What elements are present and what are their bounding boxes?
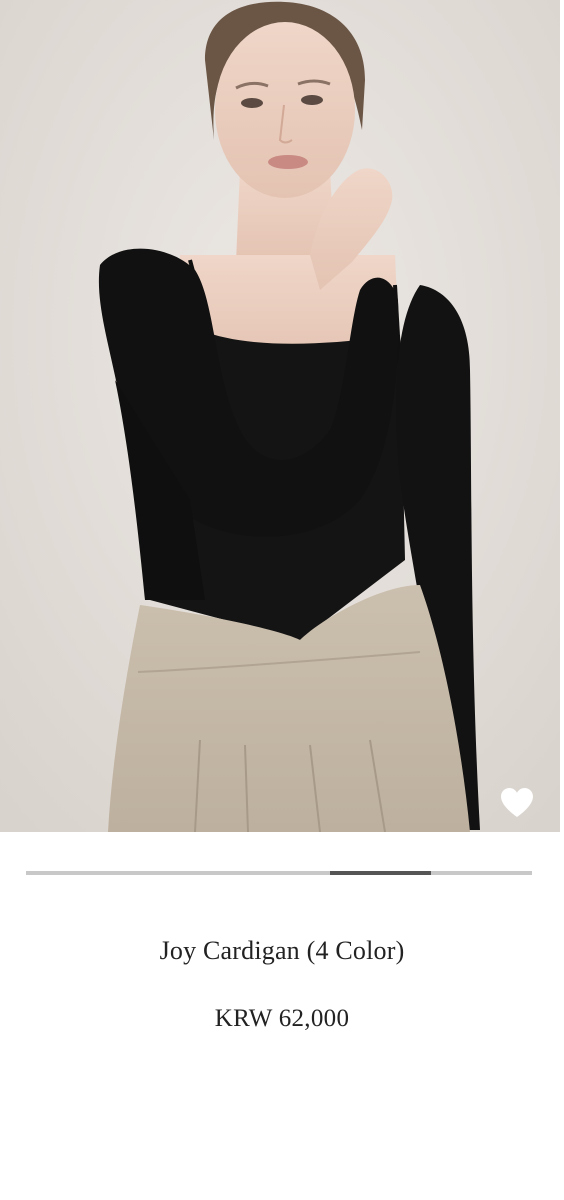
product-photo-illustration xyxy=(0,0,560,832)
product-name[interactable]: Joy Cardigan (4 Color) xyxy=(0,936,564,966)
wishlist-button[interactable] xyxy=(498,784,536,820)
product-photo[interactable] xyxy=(0,0,560,832)
product-price: KRW 62,000 xyxy=(214,1005,350,1032)
heart-icon xyxy=(501,787,533,817)
image-slider-progress[interactable] xyxy=(26,871,532,875)
image-slider-thumb[interactable] xyxy=(329,871,431,875)
product-card: Joy Cardigan (4 Color) KRW 62,000 xyxy=(0,0,564,1200)
